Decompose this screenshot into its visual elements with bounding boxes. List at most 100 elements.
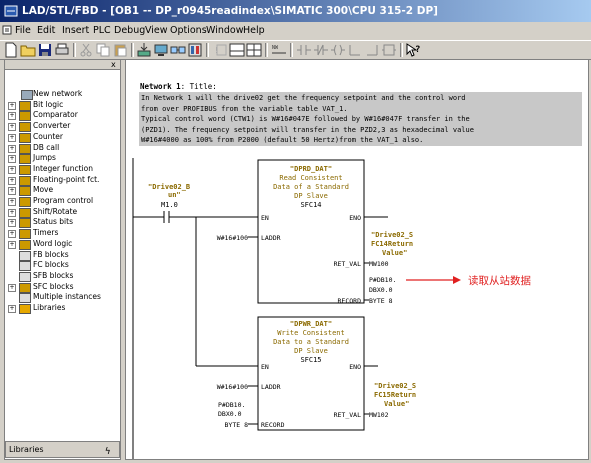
catalog-header: x bbox=[5, 60, 120, 70]
pin-record: RECORD bbox=[338, 297, 362, 305]
retval-symbol: Value" bbox=[384, 400, 409, 408]
retval-symbol: Value" bbox=[382, 249, 407, 257]
expand-icon[interactable]: + bbox=[8, 198, 16, 206]
module-info-icon[interactable] bbox=[187, 42, 203, 58]
detail-view-icon[interactable] bbox=[229, 42, 245, 58]
branch-open-icon[interactable] bbox=[347, 42, 363, 58]
catalog-item-label: SFC blocks bbox=[33, 281, 74, 291]
annotation-arrow bbox=[406, 276, 461, 284]
menu-file[interactable]: File bbox=[15, 22, 31, 39]
window-title: LAD/STL/FBD - [OB1 -- DP_r0945readindex\… bbox=[22, 5, 438, 17]
contact-nc-icon[interactable] bbox=[296, 42, 312, 58]
expand-icon[interactable]: + bbox=[8, 112, 16, 121]
expand-icon[interactable]: + bbox=[8, 219, 16, 228]
network-icon[interactable] bbox=[246, 42, 262, 58]
expand-icon[interactable]: + bbox=[8, 133, 16, 142]
open-icon[interactable] bbox=[20, 42, 36, 58]
menu-insert[interactable]: Insert bbox=[62, 22, 89, 39]
folder-icon bbox=[21, 90, 33, 100]
catalog-item-label: Libraries bbox=[33, 303, 66, 312]
title-bar[interactable]: LAD/STL/FBD - [OB1 -- DP_r0945readindex\… bbox=[0, 0, 591, 22]
pin-retval: RET_VAL bbox=[334, 411, 361, 419]
expand-icon[interactable]: + bbox=[8, 283, 16, 292]
record-value: BYTE 8 bbox=[369, 297, 393, 305]
menu-debug[interactable]: Debug bbox=[114, 22, 145, 39]
folder-icon bbox=[19, 111, 31, 122]
contact-no-icon[interactable]: NW bbox=[271, 42, 287, 58]
download-icon[interactable] bbox=[136, 42, 152, 58]
coil-output-icon[interactable] bbox=[330, 42, 346, 58]
expand-icon[interactable]: + bbox=[8, 165, 16, 174]
svg-text:?: ? bbox=[415, 45, 420, 55]
close-pane-icon[interactable]: x bbox=[111, 60, 116, 69]
overview-icon[interactable]: ! bbox=[212, 42, 228, 58]
pin-retval: RET_VAL bbox=[334, 260, 361, 268]
pin-en: EN bbox=[261, 363, 269, 371]
save-icon[interactable] bbox=[37, 42, 53, 58]
box-icon[interactable] bbox=[381, 42, 397, 58]
folder-icon bbox=[19, 282, 31, 293]
menu-edit[interactable]: Edit bbox=[37, 22, 55, 39]
copy-icon[interactable] bbox=[95, 42, 111, 58]
retval-address: MW100 bbox=[369, 260, 389, 268]
catalog-item-label: Bit logic bbox=[33, 99, 64, 109]
folder-icon bbox=[19, 293, 31, 304]
expand-icon[interactable]: + bbox=[8, 144, 16, 153]
expand-icon[interactable]: + bbox=[8, 101, 16, 110]
expand-icon[interactable]: + bbox=[8, 305, 16, 313]
expand-icon[interactable]: + bbox=[8, 208, 16, 217]
catalog-item-label: SFB blocks bbox=[33, 270, 74, 280]
catalog-item-label: Counter bbox=[33, 131, 63, 141]
resize-icon[interactable]: ϟ bbox=[105, 445, 115, 455]
menu-view[interactable]: View bbox=[145, 22, 168, 39]
expand-icon[interactable]: + bbox=[8, 240, 16, 249]
help-icon[interactable]: ? bbox=[405, 42, 421, 58]
retval-symbol: FC15Return bbox=[374, 391, 416, 399]
print-icon[interactable] bbox=[54, 42, 70, 58]
record-value: DBX0.0 bbox=[369, 286, 393, 294]
folder-icon bbox=[19, 154, 31, 165]
folder-icon bbox=[19, 132, 31, 143]
document-icon[interactable] bbox=[2, 25, 12, 35]
folder-icon bbox=[19, 122, 31, 133]
menu-window[interactable]: Window bbox=[206, 22, 243, 39]
expand-icon[interactable]: + bbox=[8, 155, 16, 164]
retval-symbol: FC14Return bbox=[371, 240, 413, 248]
folder-icon bbox=[19, 175, 31, 186]
menu-plc[interactable]: PLC bbox=[93, 22, 111, 39]
pin-eno: ENO bbox=[349, 214, 361, 222]
contact-m1-0[interactable] bbox=[163, 211, 170, 223]
folder-icon bbox=[19, 218, 31, 229]
catalog-item-label: Jumps bbox=[33, 153, 56, 163]
menu-bar: File Edit Insert PLC Debug View Options … bbox=[0, 22, 591, 39]
contact-symbol: un" bbox=[168, 191, 181, 199]
folder-icon bbox=[19, 186, 31, 197]
folder-icon bbox=[19, 164, 31, 175]
expand-icon[interactable]: + bbox=[8, 123, 16, 132]
menu-help[interactable]: Help bbox=[243, 22, 265, 39]
app-icon bbox=[4, 5, 18, 17]
paste-icon[interactable] bbox=[112, 42, 128, 58]
catalog-item-label: Comparator bbox=[33, 110, 78, 120]
expand-icon[interactable]: + bbox=[8, 176, 16, 185]
record-value: BYTE 8 bbox=[225, 421, 249, 429]
catalog-status-bar: Libraries ϟ bbox=[5, 441, 120, 458]
block-name: "DPRD_DAT" bbox=[290, 165, 332, 173]
ladder-diagram: "Drive02_B un" M1.0 "DPRD_DAT" Read Cons… bbox=[132, 158, 531, 459]
cut-icon[interactable] bbox=[78, 42, 94, 58]
ladder-editor: Network 1: Title: In Network 1 will the … bbox=[125, 59, 589, 460]
block-desc: Data of a Standard bbox=[273, 183, 349, 191]
accessible-nodes-icon[interactable] bbox=[170, 42, 186, 58]
coil-icon[interactable] bbox=[313, 42, 329, 58]
laddr-value: W#16#100 bbox=[217, 383, 248, 391]
new-icon[interactable] bbox=[3, 42, 19, 58]
expand-icon[interactable]: + bbox=[8, 187, 16, 196]
menu-options[interactable]: Options bbox=[170, 22, 207, 39]
block-desc: DP Slave bbox=[294, 347, 328, 355]
pin-laddr: LADDR bbox=[261, 383, 281, 391]
monitor-icon[interactable] bbox=[153, 42, 169, 58]
retval-address: MW102 bbox=[369, 411, 389, 419]
branch-close-icon[interactable] bbox=[364, 42, 380, 58]
expand-icon[interactable]: + bbox=[8, 230, 16, 239]
block-desc: Data to a Standard bbox=[273, 338, 349, 346]
